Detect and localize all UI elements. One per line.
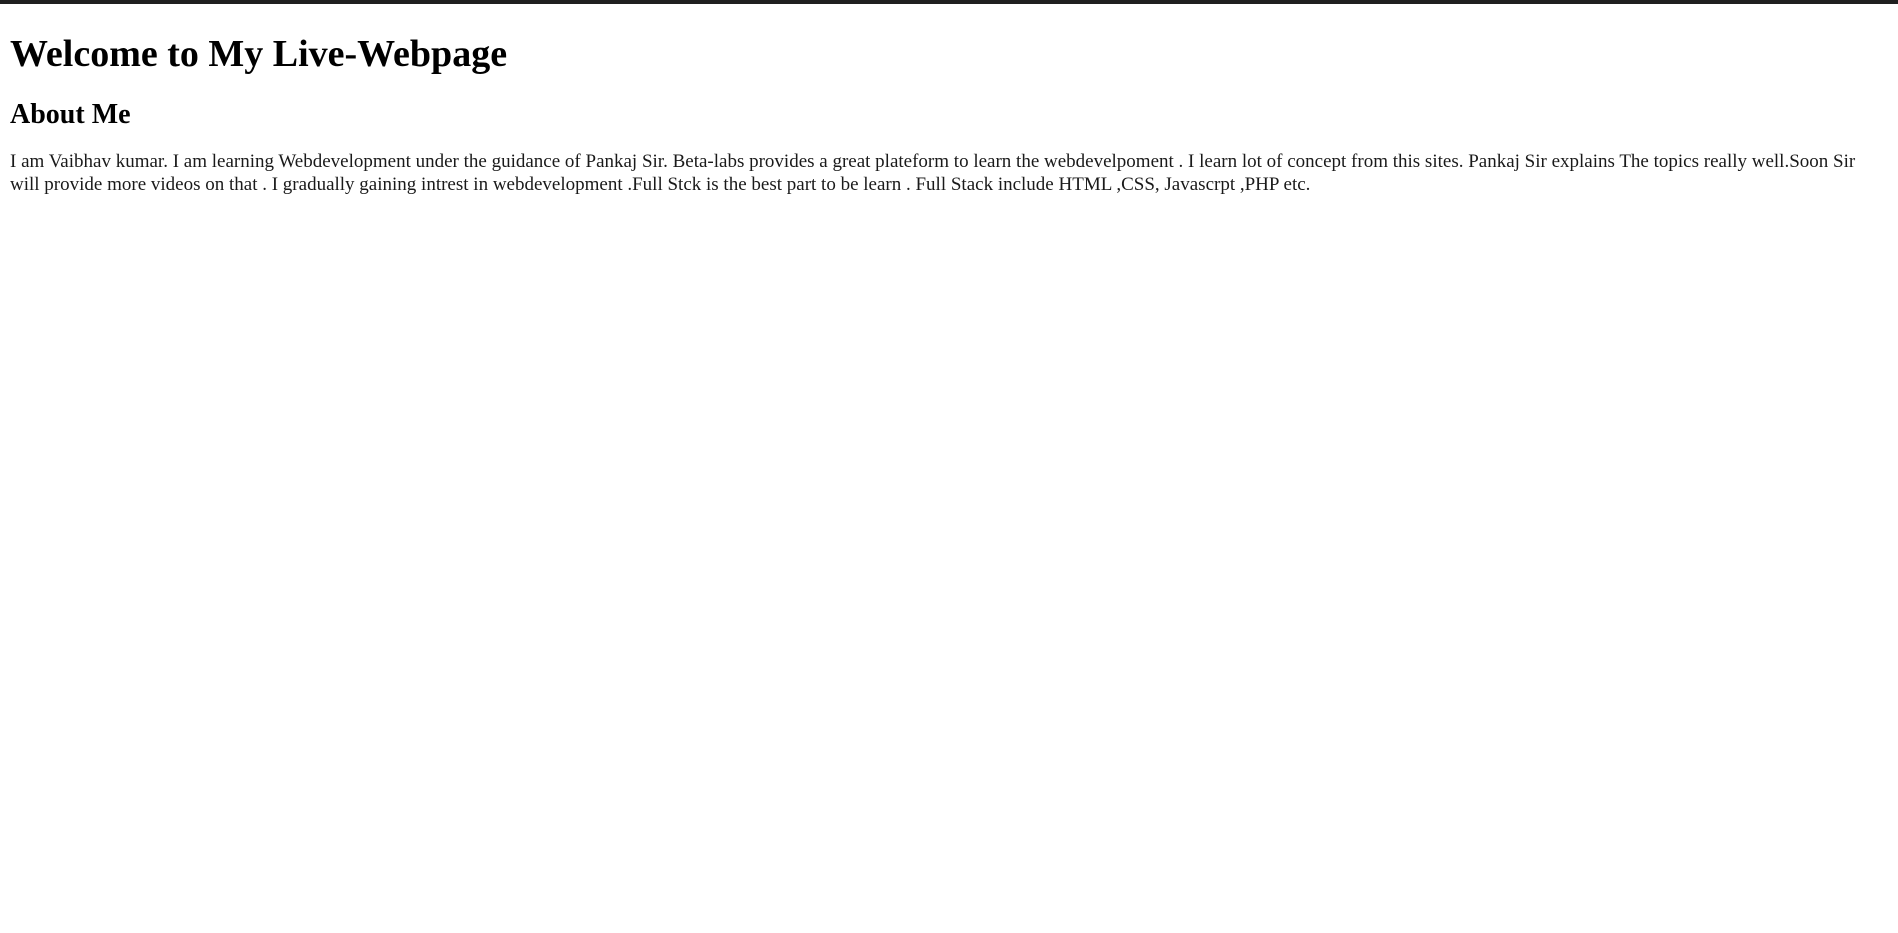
about-me-heading: About Me bbox=[10, 99, 131, 130]
page-content: Welcome to My Live-Webpage About Me I am… bbox=[10, 30, 1888, 196]
page-title: Welcome to My Live-Webpage bbox=[10, 33, 508, 75]
about-me-paragraph: I am Vaibhav kumar. I am learning Webdev… bbox=[10, 151, 1856, 195]
window-top-border bbox=[0, 0, 1898, 4]
